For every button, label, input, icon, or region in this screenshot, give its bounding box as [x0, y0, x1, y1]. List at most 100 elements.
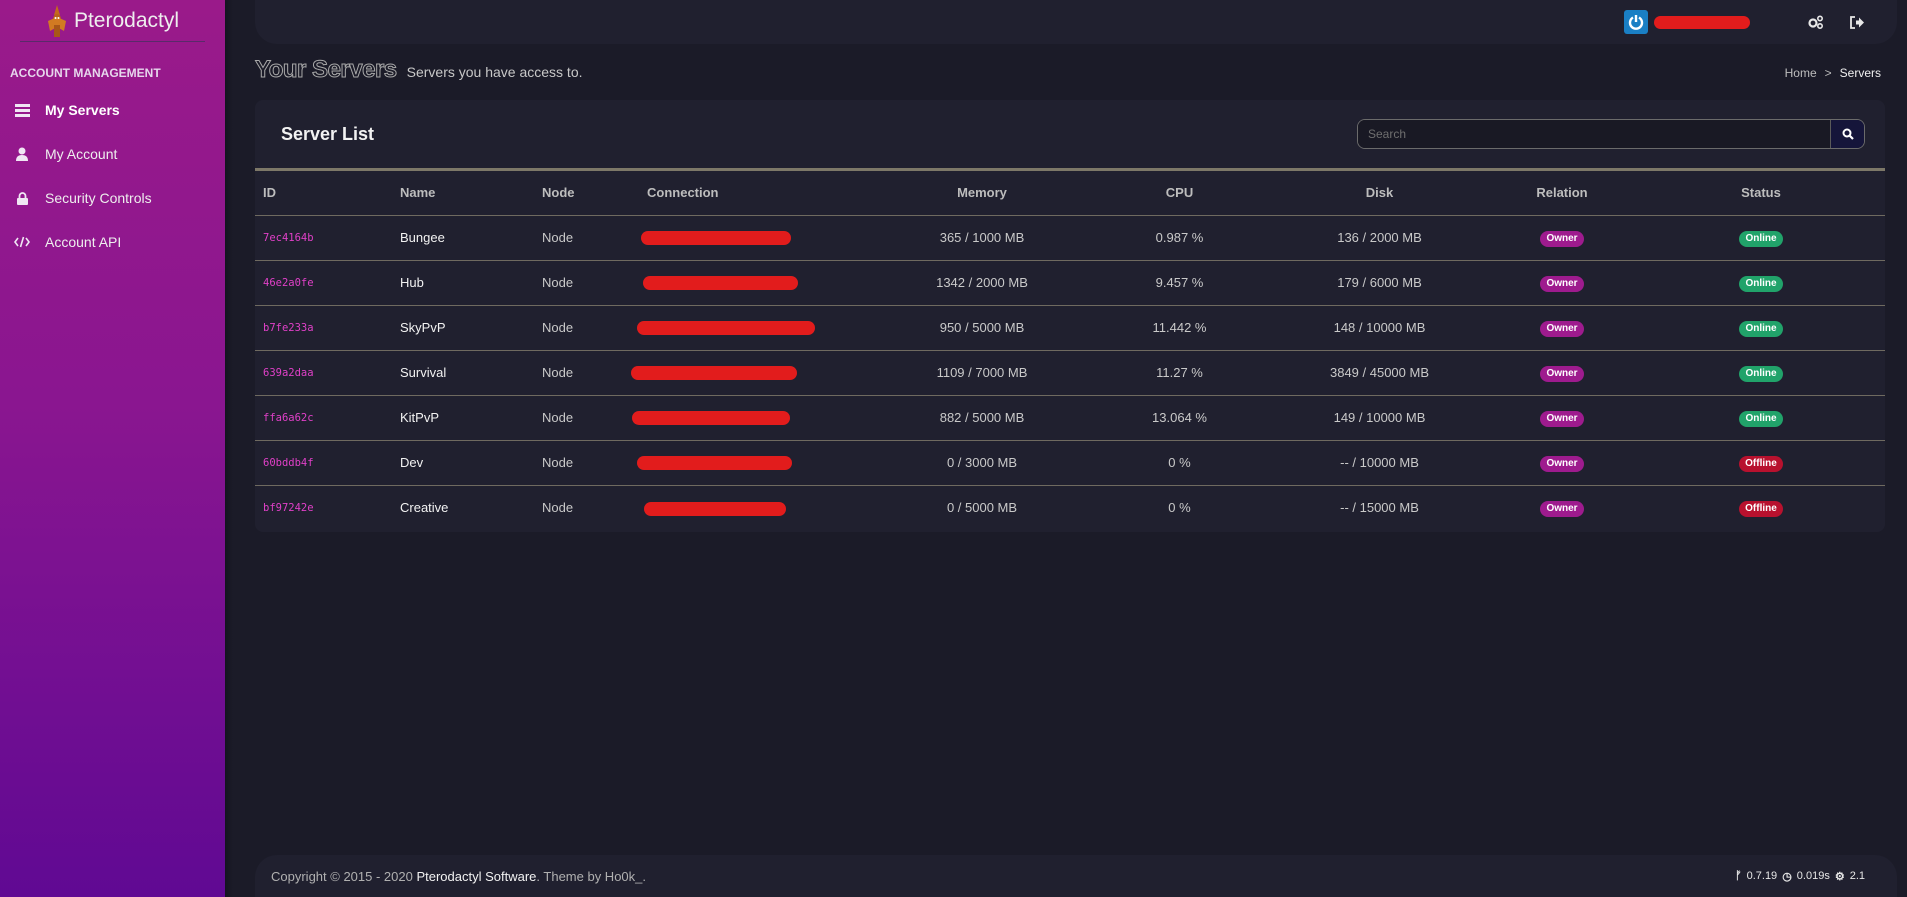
column-header-name[interactable]: Name [400, 171, 542, 216]
server-relation: Owner [1487, 485, 1637, 530]
server-relation: Owner [1487, 350, 1637, 396]
theme-version: 2.1 [1849, 870, 1865, 882]
column-header-connection[interactable]: Connection [647, 171, 877, 216]
server-connection [643, 260, 877, 306]
server-disk: 149 / 10000 MB [1272, 395, 1487, 441]
pterodactyl-software-link[interactable]: Pterodactyl Software [416, 869, 536, 884]
server-name: KitPvP [400, 395, 542, 441]
server-relation: Owner [1487, 440, 1637, 486]
column-header-relation[interactable]: Relation [1487, 171, 1637, 216]
pterodactyl-logo-icon [46, 3, 68, 39]
gear-icon: ⚙ [1834, 870, 1845, 883]
table-row[interactable]: 46e2a0fe Hub Node 1342 / 2000 MB 9.457 % 179 … [255, 260, 1885, 306]
sign-out-icon[interactable] [1850, 15, 1865, 29]
server-cpu: 11.442 % [1087, 305, 1272, 351]
server-id-link[interactable]: 639a2daa [255, 350, 400, 396]
server-status: Offline [1637, 440, 1885, 486]
server-cpu: 11.27 % [1087, 350, 1272, 396]
breadcrumb-current: Servers [1839, 66, 1881, 80]
status-badge: Online [1739, 365, 1783, 382]
table-row[interactable]: bf97242e Creative Node 0 / 5000 MB 0 % -- / 1… [255, 485, 1885, 530]
column-header-node[interactable]: Node [542, 171, 647, 216]
server-connection [632, 395, 877, 441]
relation-badge: Owner [1540, 410, 1584, 427]
table-row[interactable]: 639a2daa Survival Node 1109 / 7000 MB 11.27 … [255, 350, 1885, 396]
column-header-status[interactable]: Status [1637, 171, 1885, 216]
search-input[interactable] [1358, 120, 1830, 148]
status-badge: Offline [1739, 455, 1783, 472]
breadcrumb: Home > Servers [1785, 66, 1881, 80]
power-icon[interactable] [1624, 10, 1648, 34]
sidebar-section-header: ACCOUNT MANAGEMENT [10, 66, 161, 80]
relation-badge: Owner [1540, 500, 1584, 517]
table-row[interactable]: b7fe233a SkyPvP Node 950 / 5000 MB 11.442 % 1… [255, 305, 1885, 351]
page-subtitle: Servers you have access to. [406, 64, 583, 80]
status-badge: Online [1739, 410, 1783, 427]
sidebar-item-account-api[interactable]: Account API [0, 220, 225, 264]
server-id-link[interactable]: 60bddb4f [255, 440, 400, 486]
server-memory: 1109 / 7000 MB [877, 350, 1087, 396]
page-title: Your Servers [255, 56, 398, 84]
server-memory: 950 / 5000 MB [877, 305, 1087, 351]
server-cpu: 0 % [1087, 440, 1272, 486]
sidebar-item-security-controls[interactable]: Security Controls [0, 176, 225, 220]
lock-icon [13, 190, 31, 206]
table-row[interactable]: 7ec4164b Bungee Node 365 / 1000 MB 0.987 % 13… [255, 215, 1885, 261]
connection-redacted [641, 231, 791, 246]
code-fork-icon: ᚠ [1734, 870, 1742, 882]
column-header-cpu[interactable]: CPU [1087, 171, 1272, 216]
relation-badge: Owner [1540, 455, 1584, 472]
server-disk: -- / 10000 MB [1272, 440, 1487, 486]
username-redacted[interactable] [1654, 15, 1750, 29]
relation-badge: Owner [1540, 320, 1584, 337]
server-cpu: 0.987 % [1087, 215, 1272, 261]
table-row[interactable]: 60bddb4f Dev Node 0 / 3000 MB 0 % -- / 10000 … [255, 440, 1885, 486]
server-status: Online [1637, 215, 1885, 261]
server-cpu: 0 % [1168, 500, 1191, 516]
server-name: Survival [400, 350, 542, 396]
server-name: Hub [400, 260, 542, 306]
server-memory: 0 / 3000 MB [877, 440, 1087, 486]
server-status: Online [1637, 260, 1885, 306]
status-badge: Online [1739, 230, 1783, 247]
server-relation: Owner [1487, 260, 1637, 306]
sidebar-item-label: Account API [45, 234, 122, 250]
connection-redacted [632, 411, 790, 426]
connection-redacted [631, 366, 797, 381]
version: 0.7.19 [1746, 870, 1778, 882]
main-content: Your Servers Servers you have access to.… [225, 0, 1907, 897]
top-navbar [255, 0, 1897, 44]
clock-icon: ◷ [1782, 870, 1792, 883]
breadcrumb-home[interactable]: Home [1785, 66, 1817, 80]
server-id-link[interactable]: b7fe233a [255, 305, 400, 351]
status-badge: Online [1739, 275, 1783, 292]
server-relation: Owner [1487, 305, 1637, 351]
panel-title: Server List [281, 123, 375, 144]
footer-meta: ᚠ 0.7.19 ◷ 0.019s ⚙ 2.1 [1735, 870, 1865, 883]
cogs-icon[interactable] [1808, 15, 1824, 29]
sidebar-item-my-account[interactable]: My Account [0, 132, 225, 176]
server-connection [644, 485, 877, 530]
server-status: Online [1637, 350, 1885, 396]
brand[interactable]: Pterodactyl [20, 0, 205, 42]
server-icon [13, 102, 31, 118]
server-status: Online [1637, 395, 1885, 441]
server-node: Node [542, 440, 647, 486]
server-id-link[interactable]: ffa6a62c [255, 395, 400, 441]
search-icon [1842, 128, 1854, 140]
column-header-memory[interactable]: Memory [877, 171, 1087, 216]
server-relation: Owner [1487, 215, 1637, 261]
sidebar-item-my-servers[interactable]: My Servers [0, 88, 225, 132]
column-header-disk[interactable]: Disk [1272, 171, 1487, 216]
server-id-link[interactable]: 46e2a0fe [255, 260, 400, 306]
server-id-link[interactable]: bf97242e [255, 485, 400, 530]
server-disk: 148 / 10000 MB [1272, 305, 1487, 351]
sidebar: Pterodactyl ACCOUNT MANAGEMENT My Server… [0, 0, 225, 897]
column-header-id[interactable]: ID [255, 171, 400, 216]
relation-badge: Owner [1540, 230, 1584, 247]
server-id-link[interactable]: 7ec4164b [255, 215, 400, 261]
table-row[interactable]: ffa6a62c KitPvP Node 882 / 5000 MB 13.064 % 1… [255, 395, 1885, 441]
sidebar-item-label: My Servers [45, 102, 120, 118]
search-button[interactable] [1830, 120, 1864, 148]
server-disk: 179 / 6000 MB [1272, 260, 1487, 306]
